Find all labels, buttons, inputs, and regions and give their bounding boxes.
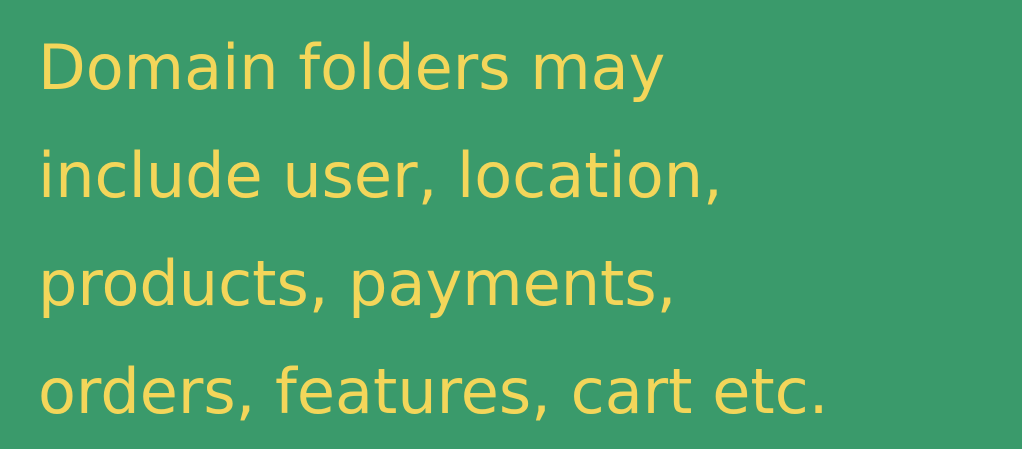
text-line-3: products, payments, xyxy=(38,247,677,320)
body-text: Domain folders may include user, locatio… xyxy=(38,14,828,446)
slide-canvas: Domain folders may include user, locatio… xyxy=(0,0,1022,449)
text-line-2: include user, location, xyxy=(38,139,723,212)
text-line-4: orders, features, cart etc. xyxy=(38,355,829,428)
text-line-1: Domain folders may xyxy=(38,31,666,104)
